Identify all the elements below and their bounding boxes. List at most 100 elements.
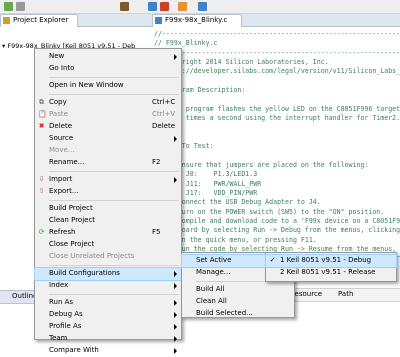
menu-item-label: Clean Project — [49, 216, 96, 224]
submenu-arrow-icon — [174, 136, 177, 142]
editor-tab[interactable]: F99x-98x_Blinky.c — [152, 14, 242, 27]
menu-item-label: Build All — [196, 285, 225, 293]
project-explorer-title: Project Explorer — [13, 16, 69, 24]
menu-item-source[interactable]: Source — [35, 133, 181, 145]
menu-item-run-as[interactable]: Run As — [35, 297, 181, 309]
chip-icon[interactable] — [198, 2, 207, 11]
menu-item-profile-as[interactable]: Profile As — [35, 321, 181, 333]
menu-item-rename[interactable]: Rename... F2 — [35, 157, 181, 169]
menu-item-close-project[interactable]: Close Project — [35, 239, 181, 251]
menu-item-index[interactable]: Index — [35, 280, 181, 292]
menu-item-label: Close Project — [49, 240, 95, 248]
folder-icon — [3, 17, 10, 24]
code-line: // 4) Compile and download code to a 'F9… — [154, 217, 400, 225]
code-line: // 1) Ensure that jumpers are placed on … — [154, 160, 369, 169]
project-explorer-tab[interactable]: Project Explorer — [0, 14, 78, 27]
copy-icon: ⧉ — [39, 98, 44, 106]
menu-item-build-all[interactable]: Build All — [182, 284, 294, 296]
menu-item-label: Build Project — [49, 204, 93, 212]
menu-item-label: 1 Keil 8051 v9.51 - Debug — [280, 256, 372, 264]
delete-icon: ✖ — [38, 122, 45, 130]
submenu-arrow-icon — [174, 283, 177, 289]
menu-item-compare-with[interactable]: Compare With — [35, 345, 181, 357]
paste-icon: 📋 — [38, 110, 47, 118]
menu-item-label: Compare With — [49, 346, 99, 354]
menu-item-label: Go Into — [49, 64, 75, 72]
refresh-icon: ⟳ — [38, 228, 45, 236]
config-item-1-keil-8051-v9-51-debug[interactable]: ✓ 1 Keil 8051 v9.51 - Debug — [265, 254, 397, 268]
menu-item-label: Open in New Window — [49, 81, 124, 89]
menu-item-clean-project[interactable]: Clean Project — [35, 215, 181, 227]
c-file-icon — [155, 17, 162, 24]
debug-icon[interactable] — [148, 2, 157, 11]
menu-item-label: Rename... — [49, 158, 85, 166]
menu-item-label: Copy — [49, 98, 67, 106]
menu-item-new[interactable]: New — [35, 51, 181, 63]
menu-item-label: Index — [49, 281, 69, 289]
menu-separator — [49, 94, 179, 95]
menu-separator — [49, 200, 179, 201]
import-icon: ⇩ — [38, 175, 45, 183]
menu-item-paste[interactable]: 📋 Paste Ctrl+V — [35, 109, 181, 121]
menu-item-label: Run As — [49, 298, 74, 306]
menu-item-clean-all[interactable]: Clean All — [182, 296, 294, 308]
menu-item-debug-as[interactable]: Debug As — [35, 309, 181, 321]
code-editor[interactable]: //--------------------------------------… — [150, 27, 400, 255]
menu-item-refresh[interactable]: ⟳ Refresh F5 — [35, 227, 181, 239]
menu-item-label: Set Active — [196, 256, 232, 264]
menu-item-delete[interactable]: ✖ Delete Delete — [35, 121, 181, 133]
export-icon: ⇧ — [38, 187, 45, 195]
menu-item-close-unrelated-projects[interactable]: Close Unrelated Projects — [35, 251, 181, 263]
menu-item-label: Delete — [49, 122, 72, 130]
toolbar-dropdown-icon[interactable] — [16, 2, 25, 11]
submenu-arrow-icon — [174, 300, 177, 306]
menu-item-label: Export... — [49, 187, 79, 195]
menu-item-label: Move... — [49, 146, 75, 154]
shortcut-label: F5 — [152, 228, 161, 236]
run-icon[interactable] — [160, 2, 169, 11]
shortcut-label: Ctrl+V — [152, 110, 176, 118]
set-active-submenu: ✓ 1 Keil 8051 v9.51 - Debug 2 Keil 8051 v9… — [265, 252, 397, 282]
code-line: //--------------------------------------… — [154, 48, 400, 57]
menu-item-export[interactable]: ⇧ Export... — [35, 186, 181, 198]
menu-item-label: Profile As — [49, 322, 82, 330]
menu-item-team[interactable]: Team — [35, 333, 181, 345]
menu-separator — [49, 171, 179, 172]
menu-item-build-selected[interactable]: Build Selected... — [182, 308, 294, 320]
editor-tab-label: F99x-98x_Blinky.c — [165, 16, 228, 24]
checkmark-icon: ✓ — [269, 256, 276, 264]
config-item-2-keil-8051-v9-51-release[interactable]: 2 Keil 8051 v9.51 - Release — [266, 267, 396, 279]
submenu-arrow-icon — [174, 271, 177, 277]
menu-separator — [49, 265, 179, 266]
menu-item-go-into[interactable]: Go Into — [35, 63, 181, 75]
menu-item-label: Debug As — [49, 310, 83, 318]
menu-item-label: Import — [49, 175, 73, 183]
menu-item-build-project[interactable]: Build Project — [35, 203, 181, 215]
column-header-path[interactable]: Path — [338, 290, 353, 298]
menu-item-label: 2 Keil 8051 v9.51 - Release — [280, 268, 376, 276]
menu-item-label: Manage... — [196, 268, 231, 276]
menu-item-copy[interactable]: ⧉ Copy Ctrl+C — [35, 97, 181, 109]
code-line: // http://developer.silabs.com/legal/ver… — [154, 67, 400, 76]
menu-item-build-configurations[interactable]: Build Configurations — [34, 267, 182, 281]
new-icon[interactable] — [4, 2, 13, 11]
menu-item-label: Source — [49, 134, 74, 142]
code-line: // 3) Turn on the POWER switch (SW5) to … — [154, 207, 385, 216]
tool-icon[interactable] — [178, 2, 187, 11]
menu-item-move[interactable]: Move... — [35, 145, 181, 157]
menu-item-label: Clean All — [196, 297, 227, 305]
submenu-arrow-icon — [174, 312, 177, 318]
context-menu: New Go Into Open in New Window ⧉ Copy Ctrl+C 📋… — [34, 48, 182, 354]
menu-item-import[interactable]: ⇩ Import — [35, 174, 181, 186]
menu-item-label: Build Selected... — [196, 309, 253, 317]
menu-separator — [49, 294, 179, 295]
submenu-arrow-icon — [174, 54, 177, 60]
menu-item-label: Close Unrelated Projects — [49, 252, 135, 260]
submenu-arrow-icon — [174, 177, 177, 183]
build-icon[interactable] — [120, 2, 129, 11]
menu-item-label: Team — [49, 334, 68, 342]
code-line: //--------------------------------------… — [154, 30, 400, 38]
shortcut-label: Ctrl+C — [152, 98, 176, 106]
menu-separator — [49, 77, 179, 78]
menu-item-open-in-new-window[interactable]: Open in New Window — [35, 80, 181, 92]
